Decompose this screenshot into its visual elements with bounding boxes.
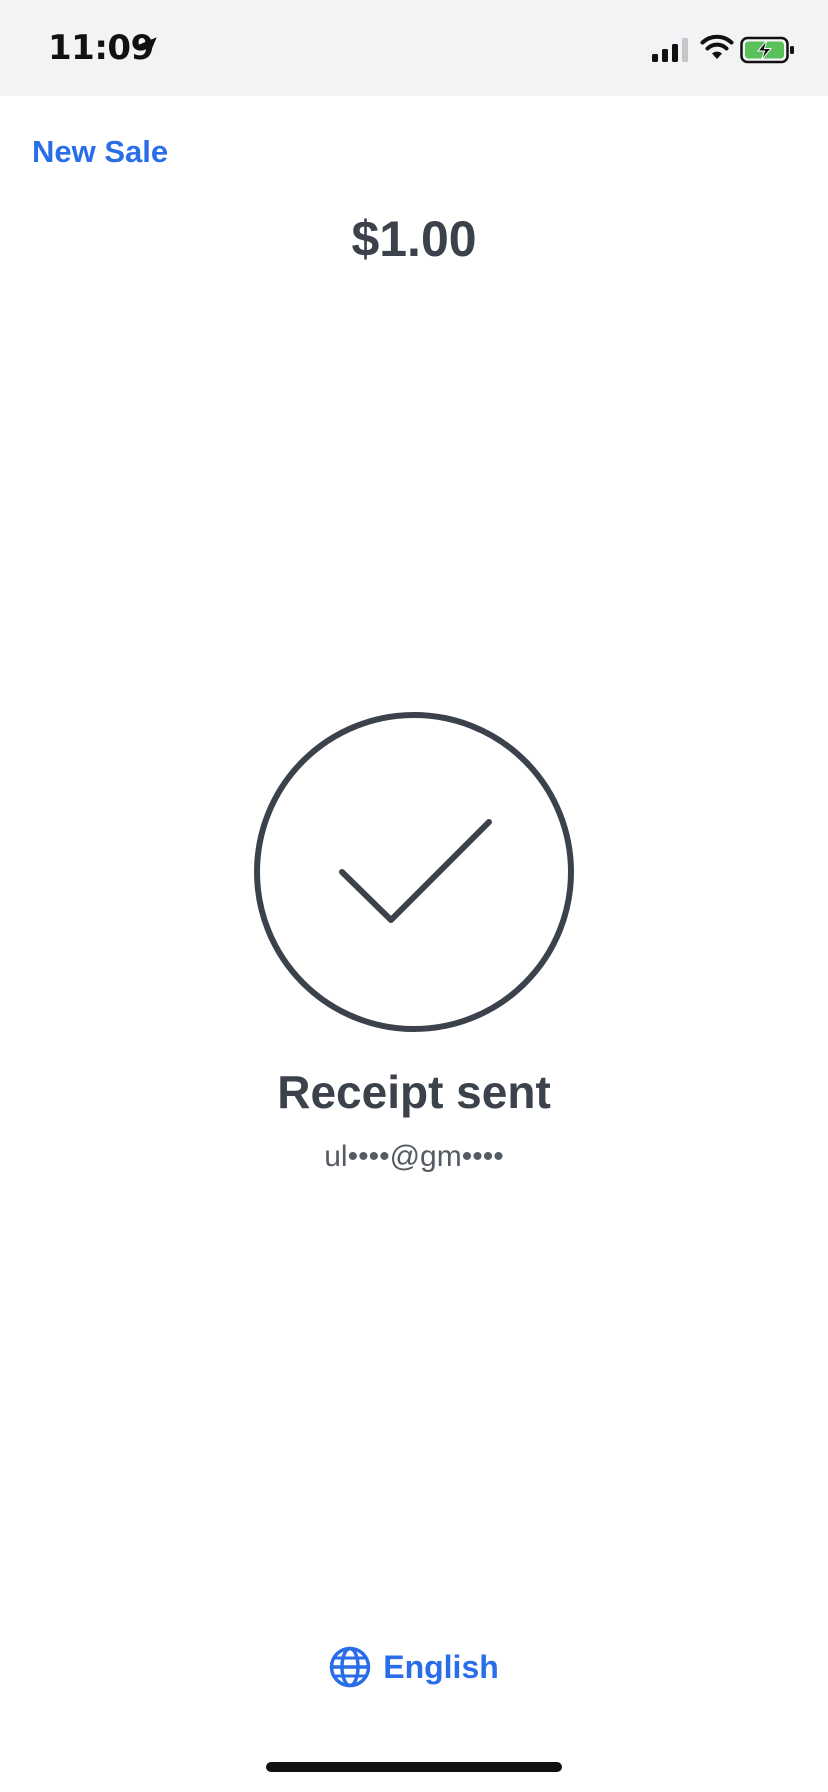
cellular-signal-icon: [652, 38, 688, 62]
status-bar: 11:09: [0, 0, 828, 96]
language-selector[interactable]: English: [0, 1646, 828, 1688]
wifi-icon: [700, 34, 734, 59]
receipt-sent-title: Receipt sent: [277, 1066, 551, 1118]
location-arrow-icon: [137, 37, 157, 57]
home-indicator[interactable]: [266, 1762, 562, 1772]
globe-icon: [329, 1646, 371, 1688]
recipient-email: ul••••@gm••••: [324, 1140, 504, 1173]
check-circle-icon: [254, 712, 574, 1032]
battery-charging-icon: [740, 36, 794, 64]
sale-amount: $1.00: [351, 211, 477, 267]
language-label: English: [383, 1648, 499, 1685]
new-sale-button[interactable]: New Sale: [32, 134, 168, 170]
